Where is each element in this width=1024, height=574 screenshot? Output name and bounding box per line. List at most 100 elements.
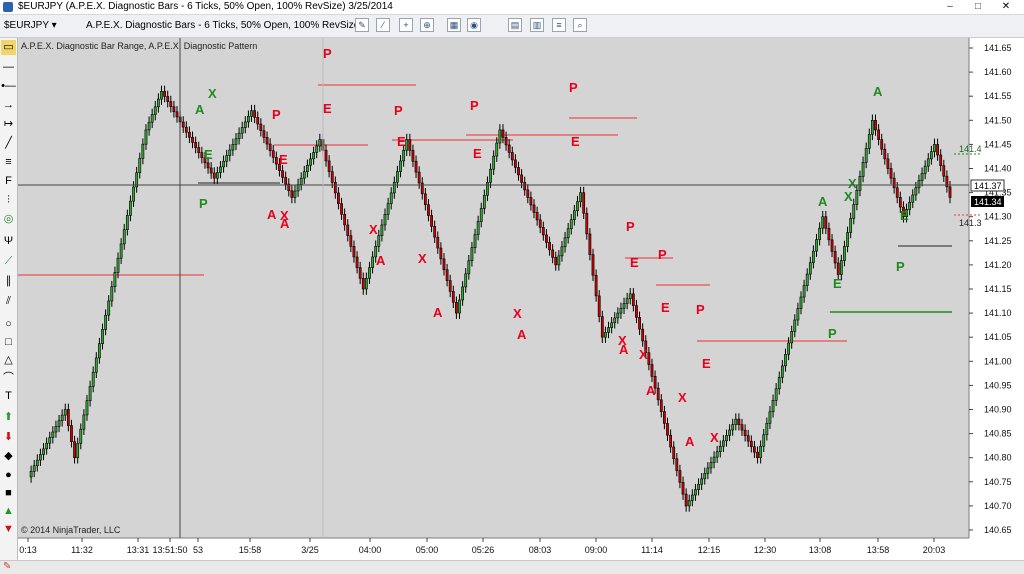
bull-candle [467,260,471,275]
bear-candle [942,165,946,177]
last-price-label: 141.34 [974,197,1002,207]
bull-candle [119,243,123,259]
bull-candle [725,435,728,442]
gann-fan-icon[interactable]: ⫶ [1,193,16,208]
minimize-button[interactable]: – [936,0,964,13]
parallel-lines-icon[interactable]: ∥ [1,274,16,289]
bull-candle [470,247,474,262]
andrews-pitchfork-icon[interactable]: Ψ [1,234,16,249]
bear-candle [507,144,511,153]
chart-toolbar: $EURJPY ▾ A.P.E.X. Diagnostic Bars - 6 T… [0,15,1024,38]
arc-icon[interactable]: ⌒ [1,371,16,386]
square-icon[interactable]: ■ [1,486,16,501]
bull-candle [721,440,725,447]
bull-candle [101,329,104,344]
magnifier-icon[interactable]: ⌕ [573,18,587,32]
fibonacci-icon[interactable]: F [1,174,16,189]
instrument-selector[interactable]: $EURJPY ▾ [4,18,57,34]
bear-candle [548,242,551,251]
equals-icon[interactable]: ≡ [1,155,16,170]
double-line-icon[interactable]: ⫽ [1,294,16,309]
dot-icon[interactable]: ● [1,468,16,483]
bull-candle [793,319,797,332]
data-box-icon[interactable]: ▦ [447,18,461,32]
bull-candle [132,186,135,202]
bull-candle [371,256,374,268]
maximize-button[interactable]: □ [964,0,992,13]
wand-icon[interactable]: ⁄ [376,18,390,32]
dots-line-icon[interactable]: •— [1,79,16,94]
zoom-icon[interactable]: ⊕ [420,18,434,32]
bull-candle [144,129,148,145]
arrow-up-icon[interactable]: ⬆ [1,410,16,425]
bear-candle [163,91,166,97]
bull-candle [383,213,387,226]
pencil-icon[interactable]: ✎ [355,18,369,32]
regression-channel-icon[interactable]: ⟋ [1,254,16,269]
chart-panel[interactable]: PAXEPPEAXAEPEXAPEXAXAPEPEPEPXAXAEXAXAXXE… [18,38,1024,560]
close-button[interactable]: ✕ [992,0,1020,13]
circle-target-icon[interactable]: ◎ [1,212,16,227]
bear-candle [669,434,672,448]
triangle-up-icon[interactable]: ▲ [1,504,16,519]
bull-candle [42,448,45,455]
pattern-label-x: X [208,86,217,101]
bar-type-selector[interactable]: A.P.E.X. Diagnostic Bars - 6 Ticks, 50% … [86,18,367,34]
pattern-label-e: E [900,208,909,223]
bull-candle [762,434,766,447]
text-icon[interactable]: T [1,389,16,404]
arrow-down-icon[interactable]: ⬇ [1,430,16,445]
pattern-label-e: E [279,152,288,167]
folder-icon[interactable]: ▭ [1,40,16,55]
bull-candle [777,377,781,390]
bear-candle [346,224,350,236]
horizontal-line-icon[interactable]: — [1,60,16,75]
bear-candle [259,123,263,131]
bear-candle [877,129,880,140]
bear-candle [647,352,651,365]
bear-candle [538,219,542,228]
pattern-label-a: A [685,434,695,449]
diamond-icon[interactable]: ◆ [1,449,16,464]
rectangle-icon[interactable]: □ [1,335,16,350]
bear-candle [880,139,884,150]
time-tick-label: 05:26 [472,545,495,555]
arrow-right-icon[interactable]: → [1,98,16,113]
bear-candle [939,154,943,166]
price-tick-label: 141.10 [984,308,1012,318]
bull-candle [160,91,163,100]
bull-candle [113,272,117,287]
price-chart[interactable]: PAXEPPEA XAE PEXAPEXA XAPEPEPE PXA XAEXA XAXXE… [18,38,1024,560]
indicators-icon[interactable]: ▤ [508,18,522,32]
price-tick-label: 140.95 [984,380,1012,390]
bear-candle [349,235,353,247]
line-icon[interactable]: ╱ [1,136,16,151]
bear-candle [678,470,682,483]
bear-candle [827,227,831,241]
bull-candle [926,158,930,167]
strategies-icon[interactable]: ▥ [530,18,544,32]
lines-icon[interactable]: ≡ [552,18,566,32]
pencil-icon[interactable]: ✎ [3,562,13,572]
bull-candle [780,365,784,378]
chart-properties-icon[interactable]: ◉ [467,18,481,32]
ellipse-icon[interactable]: ○ [1,317,16,332]
bull-candle [35,459,39,467]
bull-candle [399,160,402,172]
bull-candle [486,181,489,196]
bear-candle [181,121,185,128]
crosshair-icon[interactable]: + [399,18,413,32]
bull-candle [405,139,409,151]
bull-candle [914,187,918,196]
bear-candle [635,305,638,318]
triangle-icon[interactable]: △ [1,353,16,368]
triangle-down-icon[interactable]: ▼ [1,522,16,537]
chevron-down-icon: ▾ [51,20,57,31]
bull-candle [479,208,483,222]
bull-candle [709,462,713,469]
pattern-label-p: P [394,103,403,118]
bear-candle [501,129,505,138]
bull-candle [560,246,564,257]
bull-candle [687,500,691,507]
ray-icon[interactable]: ↦ [1,117,16,132]
